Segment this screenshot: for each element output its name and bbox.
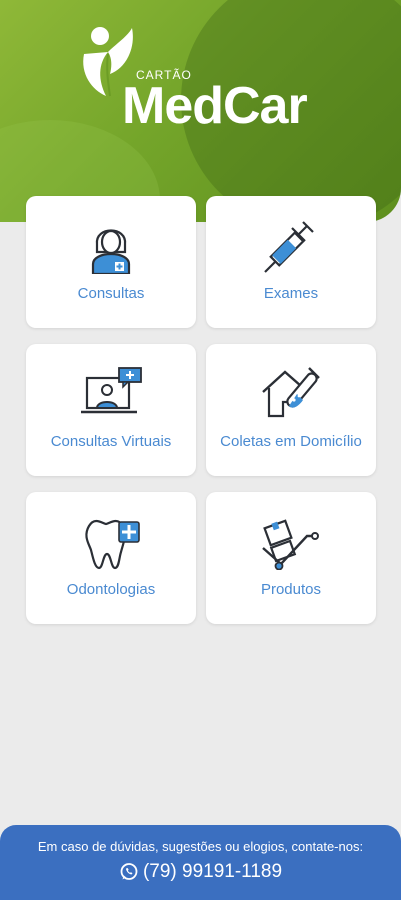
phone-link[interactable]: (79) 99191-1189 <box>0 861 401 883</box>
contact-message: Em caso de dúvidas, sugestões ou elogios… <box>37 839 364 854</box>
menu-card-exames[interactable]: Exames <box>206 196 376 328</box>
menu-card-label: Consultas <box>77 285 145 302</box>
menu-card-consultas-virtuais[interactable]: Consultas Virtuais <box>26 344 196 476</box>
menu-card-label: Exames <box>263 285 319 302</box>
menu-card-consultas[interactable]: Consultas <box>26 196 196 328</box>
hand-truck-icon <box>262 519 319 570</box>
doctor-icon <box>91 229 131 274</box>
whatsapp-icon <box>120 863 138 880</box>
menu-card-produtos[interactable]: Produtos <box>206 492 376 624</box>
syringe-icon <box>264 221 314 273</box>
phone-number: (79) 99191-1189 <box>142 861 283 882</box>
brand-name: MedCar <box>122 77 308 135</box>
home-test-tube-icon <box>262 367 320 418</box>
medcar-logo: CARTÃO MedCar <box>78 24 328 136</box>
contact-footer: Em caso de dúvidas, sugestões ou elogios… <box>0 825 401 900</box>
menu-card-label: Produtos <box>260 581 322 598</box>
menu-card-label: Consultas Virtuais <box>50 433 172 450</box>
menu-card-coletas-domicilio[interactable]: Coletas em Domicílio <box>206 344 376 476</box>
tooth-icon <box>85 519 140 570</box>
header-banner: CARTÃO MedCar <box>0 0 401 222</box>
menu-card-label: Odontologias <box>66 581 156 598</box>
video-consult-icon <box>81 367 142 414</box>
menu-card-odontologias[interactable]: Odontologias <box>26 492 196 624</box>
menu-card-label: Coletas em Domicílio <box>220 433 362 450</box>
